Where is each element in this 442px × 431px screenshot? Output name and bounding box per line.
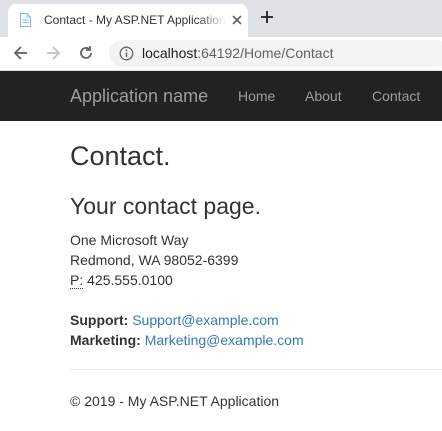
page-subtitle: Your contact page. xyxy=(70,193,261,219)
url-host: localhost xyxy=(142,45,198,61)
forward-arrow-icon[interactable] xyxy=(45,45,61,61)
url-path: :64192/Home/Contact xyxy=(197,45,334,61)
site-navbar: Application name Home About Contact xyxy=(0,71,442,121)
browser-toolbar: localhost:64192/Home/Contact xyxy=(0,37,442,71)
reload-icon[interactable] xyxy=(78,45,94,61)
marketing-label: Marketing: xyxy=(70,332,141,348)
marketing-line: Marketing: Marketing@example.com xyxy=(70,330,304,350)
tab-title: Contact - My ASP.NET Application xyxy=(44,13,226,27)
brand-link[interactable]: Application name xyxy=(70,86,208,107)
document-icon xyxy=(20,13,31,27)
new-tab-plus-icon[interactable] xyxy=(260,10,274,24)
browser-tab[interactable]: Contact - My ASP.NET Application xyxy=(8,4,248,37)
browser-tab-strip: Contact - My ASP.NET Application xyxy=(0,0,442,37)
nav-contact-link[interactable]: Contact xyxy=(372,88,420,104)
phone-line: P: 425.555.0100 xyxy=(70,270,173,290)
footer-text: © 2019 - My ASP.NET Application xyxy=(70,393,280,409)
page-title: Contact. xyxy=(70,141,171,171)
nav-home-link[interactable]: Home xyxy=(238,88,275,104)
url-text[interactable]: localhost:64192/Home/Contact xyxy=(142,45,333,61)
support-email-link[interactable]: Support@example.com xyxy=(132,312,279,328)
back-arrow-icon[interactable] xyxy=(13,45,29,61)
address-line-2: Redmond, WA 98052-6399 xyxy=(70,252,239,268)
close-icon[interactable] xyxy=(231,14,243,26)
marketing-email-link[interactable]: Marketing@example.com xyxy=(145,332,304,348)
support-line: Support: Support@example.com xyxy=(70,310,279,330)
address-line-1: One Microsoft Way xyxy=(70,232,189,248)
support-label: Support: xyxy=(70,312,129,328)
nav-about-link[interactable]: About xyxy=(305,88,342,104)
address-bar[interactable]: localhost:64192/Home/Contact xyxy=(109,40,442,67)
footer-divider xyxy=(70,369,442,370)
phone-number: 425.555.0100 xyxy=(87,272,173,288)
info-icon[interactable] xyxy=(119,46,134,61)
phone-abbr: P: xyxy=(70,272,84,289)
